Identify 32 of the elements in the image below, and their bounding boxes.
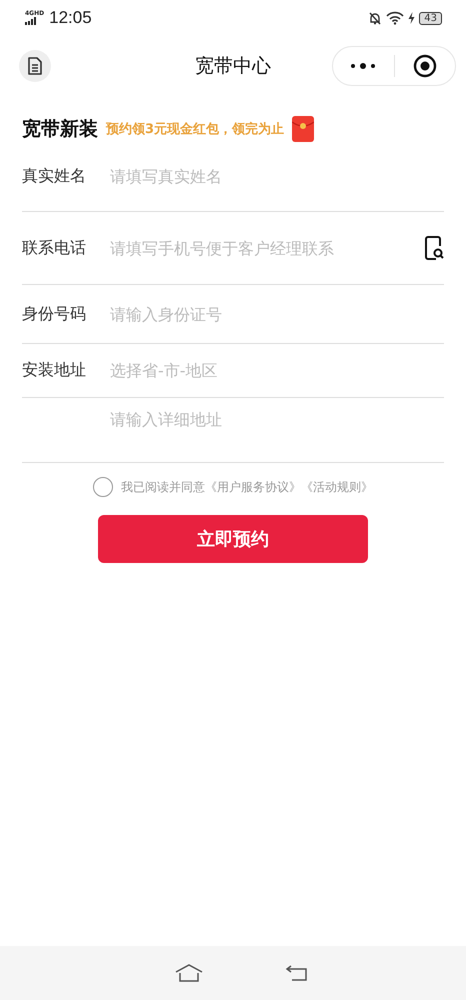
field-label: 联系电话 [22, 238, 87, 258]
back-icon[interactable] [284, 964, 310, 982]
promo-note: 预约领3元现金红包，领完为止 [106, 120, 284, 138]
input-field[interactable]: 请填写真实姓名 [110, 167, 444, 186]
more-icon [350, 62, 376, 70]
signal-icon [25, 17, 37, 25]
muted-bell-icon [368, 11, 382, 25]
agree-checkbox[interactable] [93, 477, 113, 497]
phone-field[interactable]: 请填写手机号便于客户经理联系 [110, 238, 424, 258]
field-label: 身份号码 [22, 304, 87, 324]
book-now-button[interactable]: 立即预约 [98, 515, 368, 563]
input-field[interactable]: 请输入详细地址 [110, 410, 444, 429]
battery-level: 43 [419, 12, 442, 24]
page-title: 宽带中心 [195, 54, 271, 79]
home-icon[interactable] [174, 963, 204, 983]
input-field[interactable]: 请输入身份证号 [110, 304, 444, 324]
agreement-link[interactable]: 《活动规则》 [301, 478, 373, 496]
charging-icon [408, 12, 416, 24]
close-icon [412, 54, 437, 78]
envelope-icon [292, 116, 314, 142]
contact-button[interactable] [424, 235, 444, 261]
field-label: 真实姓名 [22, 166, 87, 187]
document-icon [27, 57, 43, 75]
agreement-text: 我已阅读并同意 [121, 478, 205, 496]
address-picker[interactable]: 选择省-市-地区 [110, 361, 444, 380]
agreement-link[interactable]: 《用户服务协议》 [205, 478, 301, 496]
document-button[interactable] [19, 50, 51, 82]
clock-time: 12:05 [49, 8, 92, 28]
wifi-icon [386, 11, 404, 25]
field-label: 安装地址 [22, 360, 87, 381]
phone-search-icon [424, 235, 444, 261]
section-title: 宽带新装 [22, 117, 98, 142]
